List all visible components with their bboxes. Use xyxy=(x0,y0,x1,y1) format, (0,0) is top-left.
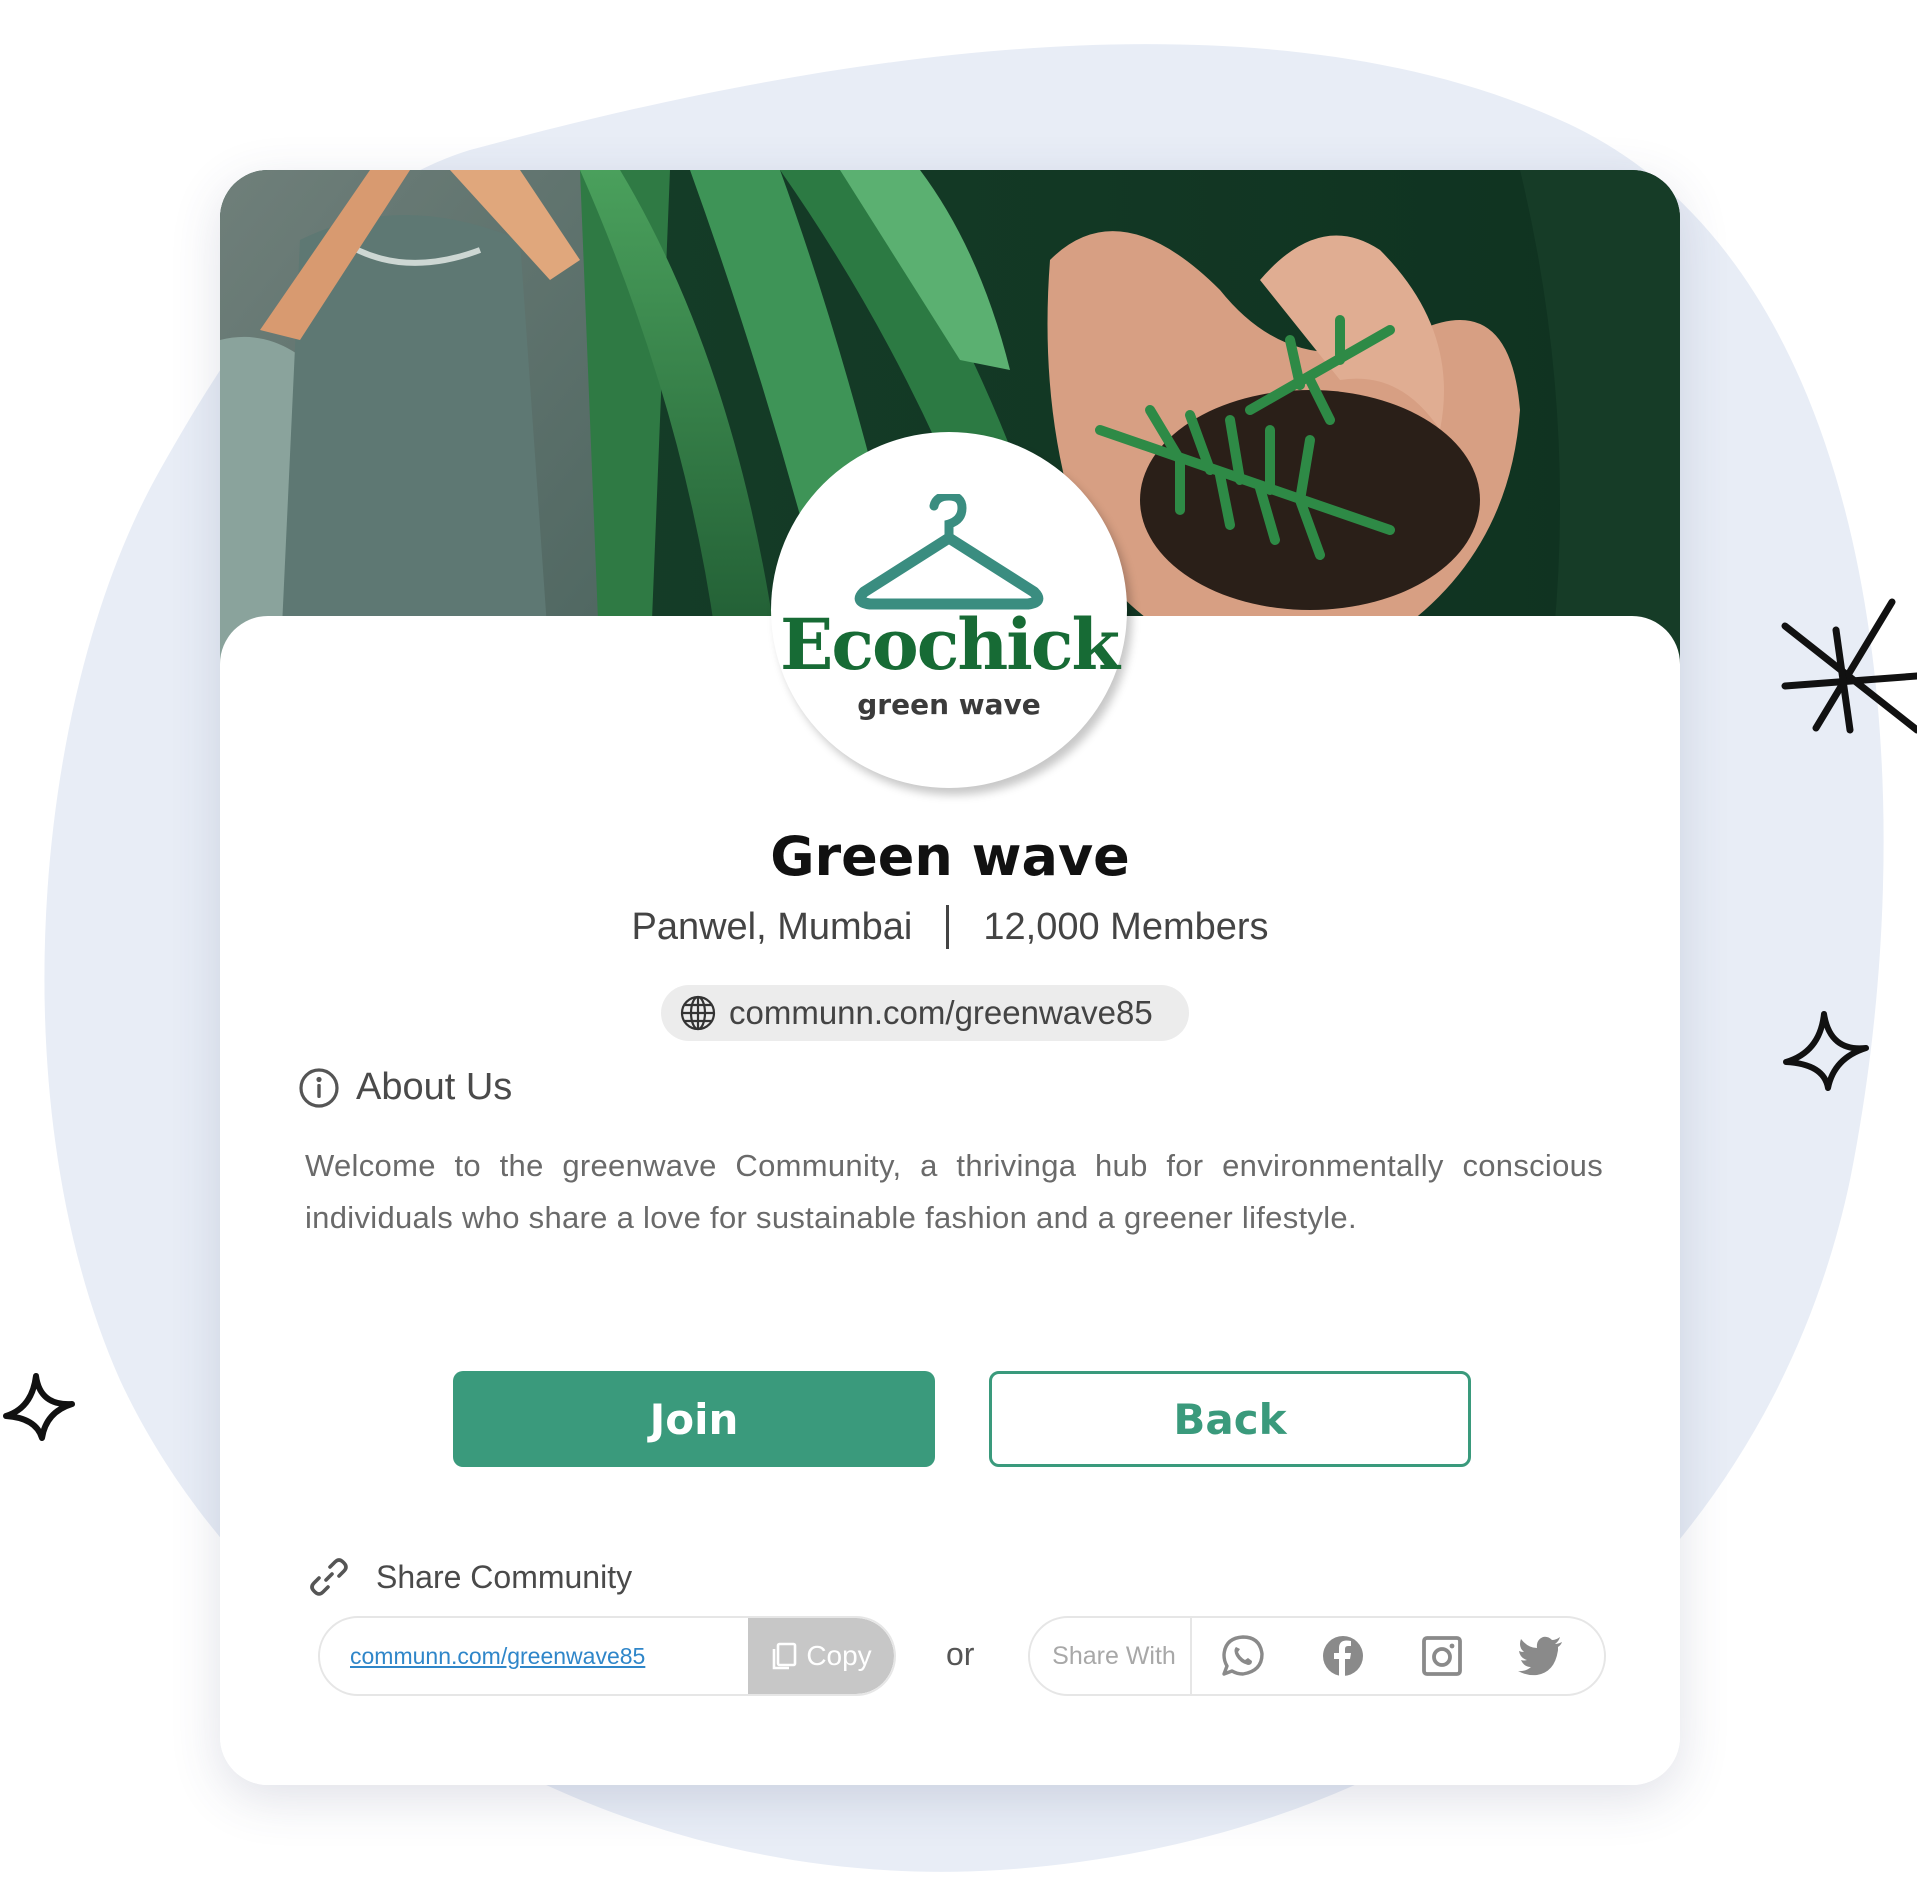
facebook-icon[interactable] xyxy=(1321,1634,1365,1678)
asterisk-sparkle-icon xyxy=(1781,598,1917,734)
community-location: Panwel, Mumbai xyxy=(631,905,913,948)
share-with-panel: Share With xyxy=(1028,1616,1606,1696)
copy-icon xyxy=(773,1642,797,1670)
share-link-field[interactable]: communn.com/greenwave85 Copy xyxy=(318,1616,896,1696)
community-meta: Panwel, Mumbai 12,000 Members xyxy=(220,905,1680,949)
about-heading-label: About Us xyxy=(356,1066,513,1108)
four-point-star-icon xyxy=(1783,1011,1869,1091)
community-logo: Ecochick green wave xyxy=(771,432,1127,788)
share-link-url[interactable]: communn.com/greenwave85 xyxy=(350,1618,645,1694)
copy-button-label: Copy xyxy=(806,1640,872,1671)
four-point-star-icon xyxy=(3,1373,75,1441)
community-card: Ecochick green wave Green wave Panwel, M… xyxy=(220,170,1680,1785)
community-url: communn.com/greenwave85 xyxy=(729,994,1153,1031)
back-button[interactable]: Back xyxy=(989,1371,1471,1467)
meta-divider xyxy=(946,905,950,949)
community-title: Green wave xyxy=(770,825,1130,888)
social-icons xyxy=(1192,1633,1604,1679)
hanger-icon xyxy=(854,494,1044,610)
share-heading: Share Community xyxy=(308,1556,632,1598)
share-with-label: Share With xyxy=(1030,1618,1192,1694)
logo-tagline: green wave xyxy=(857,688,1041,721)
community-url-pill[interactable]: communn.com/greenwave85 xyxy=(661,985,1189,1041)
info-icon xyxy=(299,1067,339,1108)
globe-icon xyxy=(680,995,716,1031)
copy-button[interactable]: Copy xyxy=(748,1618,894,1694)
join-button[interactable]: Join xyxy=(453,1371,935,1467)
twitter-icon[interactable] xyxy=(1518,1636,1564,1676)
or-separator: or xyxy=(946,1636,975,1672)
whatsapp-icon[interactable] xyxy=(1220,1633,1266,1679)
member-count: 12,000 Members xyxy=(983,905,1269,948)
share-heading-label: Share Community xyxy=(376,1558,633,1595)
instagram-icon[interactable] xyxy=(1421,1635,1463,1677)
logo-wordmark: Ecochick xyxy=(780,603,1120,686)
link-icon xyxy=(310,1558,348,1596)
about-description: Welcome to the greenwave Community, a th… xyxy=(305,1148,1603,1235)
about-heading: About Us xyxy=(298,1066,512,1109)
